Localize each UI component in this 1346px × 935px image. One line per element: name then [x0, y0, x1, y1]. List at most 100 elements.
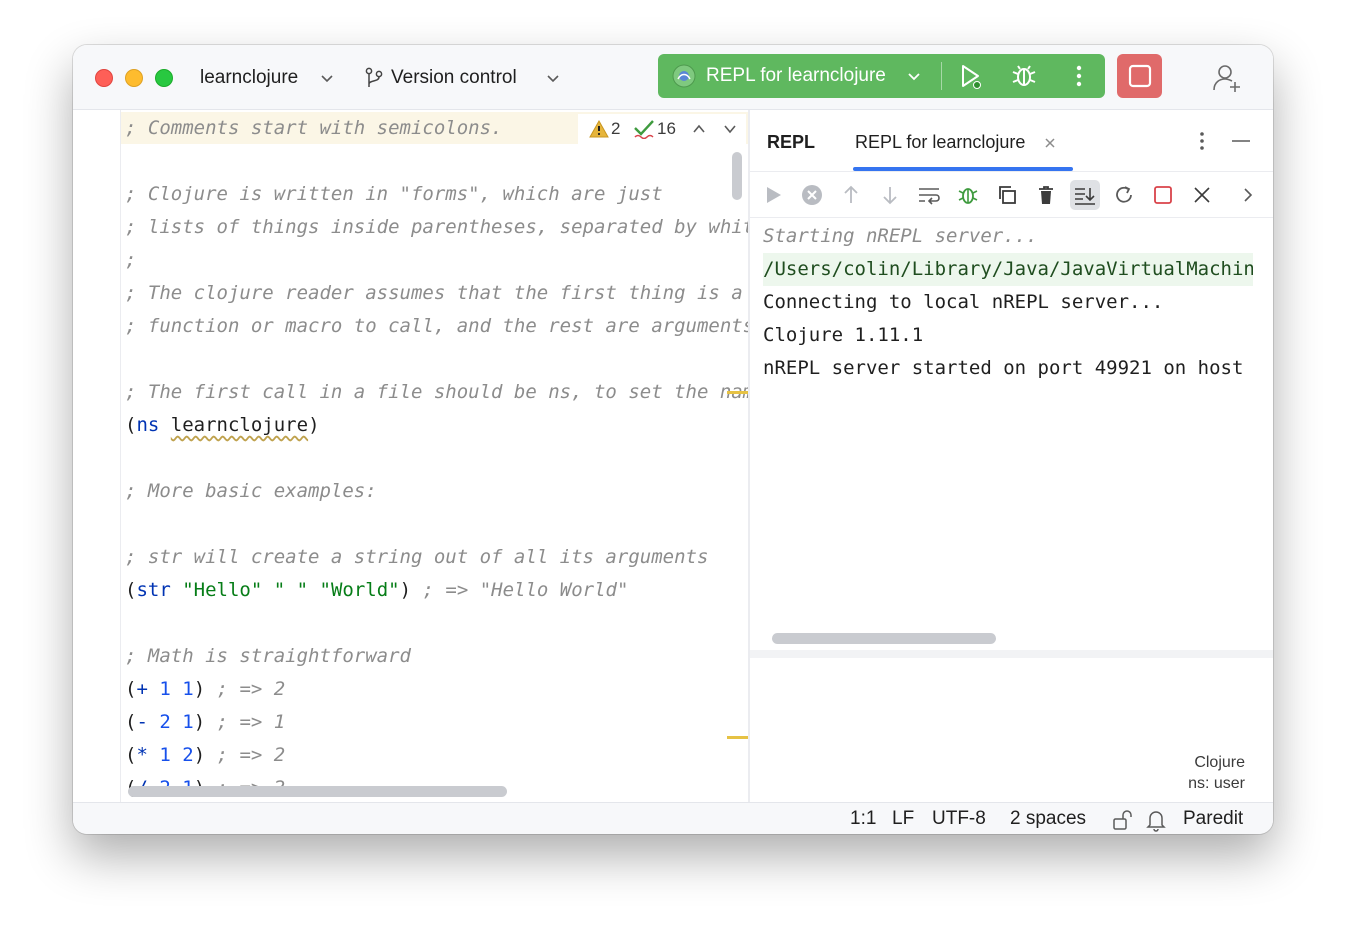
line-separator[interactable]: LF — [892, 808, 914, 830]
code-token: ; Clojure is written in "forms", which a… — [125, 183, 663, 205]
copy-button[interactable] — [992, 180, 1022, 210]
scroll-to-end-icon — [1075, 188, 1095, 205]
code-token: ; function or macro to call, and the res… — [125, 315, 748, 337]
repl-horizontal-scrollbar[interactable] — [772, 633, 996, 644]
more-actions-button[interactable] — [1068, 61, 1090, 91]
run-config-selector[interactable]: REPL for learnclojure — [658, 54, 940, 98]
tab-repl-session-label: REPL for learnclojure — [855, 132, 1026, 152]
repl-title: REPL — [767, 132, 816, 152]
chevron-right-icon — [1244, 188, 1253, 202]
code-token: * — [136, 744, 148, 766]
repl-toolbar — [750, 172, 1273, 218]
code-token: 2 — [182, 744, 194, 766]
clear-output-button[interactable] — [1031, 180, 1061, 210]
soft-wrap-button[interactable] — [914, 180, 944, 210]
code-token: learnclojure — [170, 414, 309, 436]
repl-output[interactable]: Starting nREPL server... /Users/colin/Li… — [750, 218, 1273, 648]
code-token: ( — [125, 744, 137, 766]
stop-button[interactable] — [1117, 54, 1162, 98]
code-token: " " — [273, 579, 309, 601]
zoom-window-button[interactable] — [155, 69, 173, 87]
warning-count: 2 — [611, 119, 621, 138]
code-line: ; — [125, 244, 136, 277]
code-token: ( — [125, 711, 137, 733]
code-token: "World" — [319, 579, 400, 601]
notifications-icon[interactable] — [1145, 808, 1167, 832]
stop-icon — [1154, 186, 1172, 204]
repl-tool-window: REPL REPL for learnclojure Starting nREP… — [750, 110, 1273, 802]
code-token: 1 — [159, 678, 171, 700]
bug-icon — [1012, 65, 1036, 86]
minimize-panel-icon[interactable] — [1230, 130, 1252, 152]
code-editor[interactable]: ; Comments start with semicolons. ; Cloju… — [73, 110, 748, 802]
code-token: ; => 2 — [216, 678, 286, 700]
code-token: 1 — [182, 678, 194, 700]
code-token: ; — [125, 249, 137, 271]
project-name: learnclojure — [200, 67, 299, 88]
stop-repl-button[interactable] — [1148, 180, 1178, 210]
editor-vertical-scrollbar[interactable] — [732, 152, 742, 200]
debug-repl-button[interactable] — [953, 180, 983, 210]
code-line: ; More basic examples: — [125, 475, 377, 508]
code-line: ; Comments start with semicolons. — [125, 112, 503, 145]
caret-position[interactable]: 1:1 — [850, 808, 876, 830]
close-window-button[interactable] — [95, 69, 113, 87]
warning-marker[interactable] — [727, 736, 748, 739]
repl-splitter[interactable] — [750, 650, 1273, 658]
play-icon — [767, 187, 781, 203]
code-line: (str "Hello" " " "World") ; => "Hello Wo… — [125, 574, 628, 607]
trash-icon — [1039, 186, 1053, 204]
title-bar: learnclojure Version control REPL for le… — [73, 45, 1273, 110]
code-token: ) — [399, 579, 423, 601]
tab-repl-session[interactable]: REPL for learnclojure — [853, 124, 1073, 164]
code-line: (+ 1 1) ; => 2 — [125, 673, 285, 706]
editor-horizontal-scrollbar[interactable] — [128, 786, 507, 797]
code-token: "Hello" — [182, 579, 263, 601]
structural-editing-mode[interactable]: Paredit — [1183, 808, 1243, 830]
code-line: ; Clojure is written in "forms", which a… — [125, 178, 663, 211]
code-token: ; => 1 — [216, 711, 286, 733]
code-token: ( — [125, 579, 137, 601]
next-highlight-icon[interactable] — [723, 123, 737, 135]
interrupt-button[interactable] — [797, 180, 827, 210]
execute-button[interactable] — [758, 180, 788, 210]
code-token: ; Math is straightforward — [125, 645, 411, 667]
repl-header: REPL REPL for learnclojure — [750, 110, 1273, 172]
scroll-to-end-button[interactable] — [1070, 180, 1100, 210]
branch-icon — [365, 67, 383, 87]
minimize-window-button[interactable] — [125, 69, 143, 87]
add-user-icon — [1213, 65, 1240, 92]
vcs-selector[interactable]: Version control — [361, 63, 566, 93]
warning-icon — [589, 120, 609, 138]
history-down-button[interactable] — [875, 180, 905, 210]
unlock-icon[interactable] — [1111, 809, 1133, 831]
history-up-button[interactable] — [836, 180, 866, 210]
close-repl-button[interactable] — [1187, 180, 1217, 210]
chevron-down-icon — [547, 75, 559, 83]
debug-button[interactable] — [1008, 61, 1040, 91]
play-icon — [962, 65, 981, 89]
warning-marker[interactable] — [727, 391, 748, 394]
file-encoding[interactable]: UTF-8 — [932, 808, 986, 830]
inspection-widget[interactable]: 2 16 — [578, 114, 746, 144]
more-vertical-icon[interactable] — [1191, 128, 1213, 154]
restart-button[interactable] — [1109, 180, 1139, 210]
indent-setting[interactable]: 2 spaces — [1010, 808, 1086, 830]
close-tab-icon[interactable] — [1043, 136, 1057, 150]
more-tools-button[interactable] — [1233, 180, 1263, 210]
run-button[interactable] — [953, 61, 987, 91]
code-token: - — [136, 711, 148, 733]
previous-highlight-icon[interactable] — [692, 123, 706, 135]
repl-input[interactable]: Clojure ns: user — [750, 658, 1273, 802]
add-user-button[interactable] — [1211, 62, 1243, 94]
code-line: (ns learnclojure) — [125, 409, 320, 442]
code-line: ; str will create a string out of all it… — [125, 541, 708, 574]
editor-gutter[interactable] — [73, 110, 121, 802]
output-line: Connecting to local nREPL server... — [763, 291, 1164, 313]
project-selector[interactable]: learnclojure — [195, 63, 345, 93]
